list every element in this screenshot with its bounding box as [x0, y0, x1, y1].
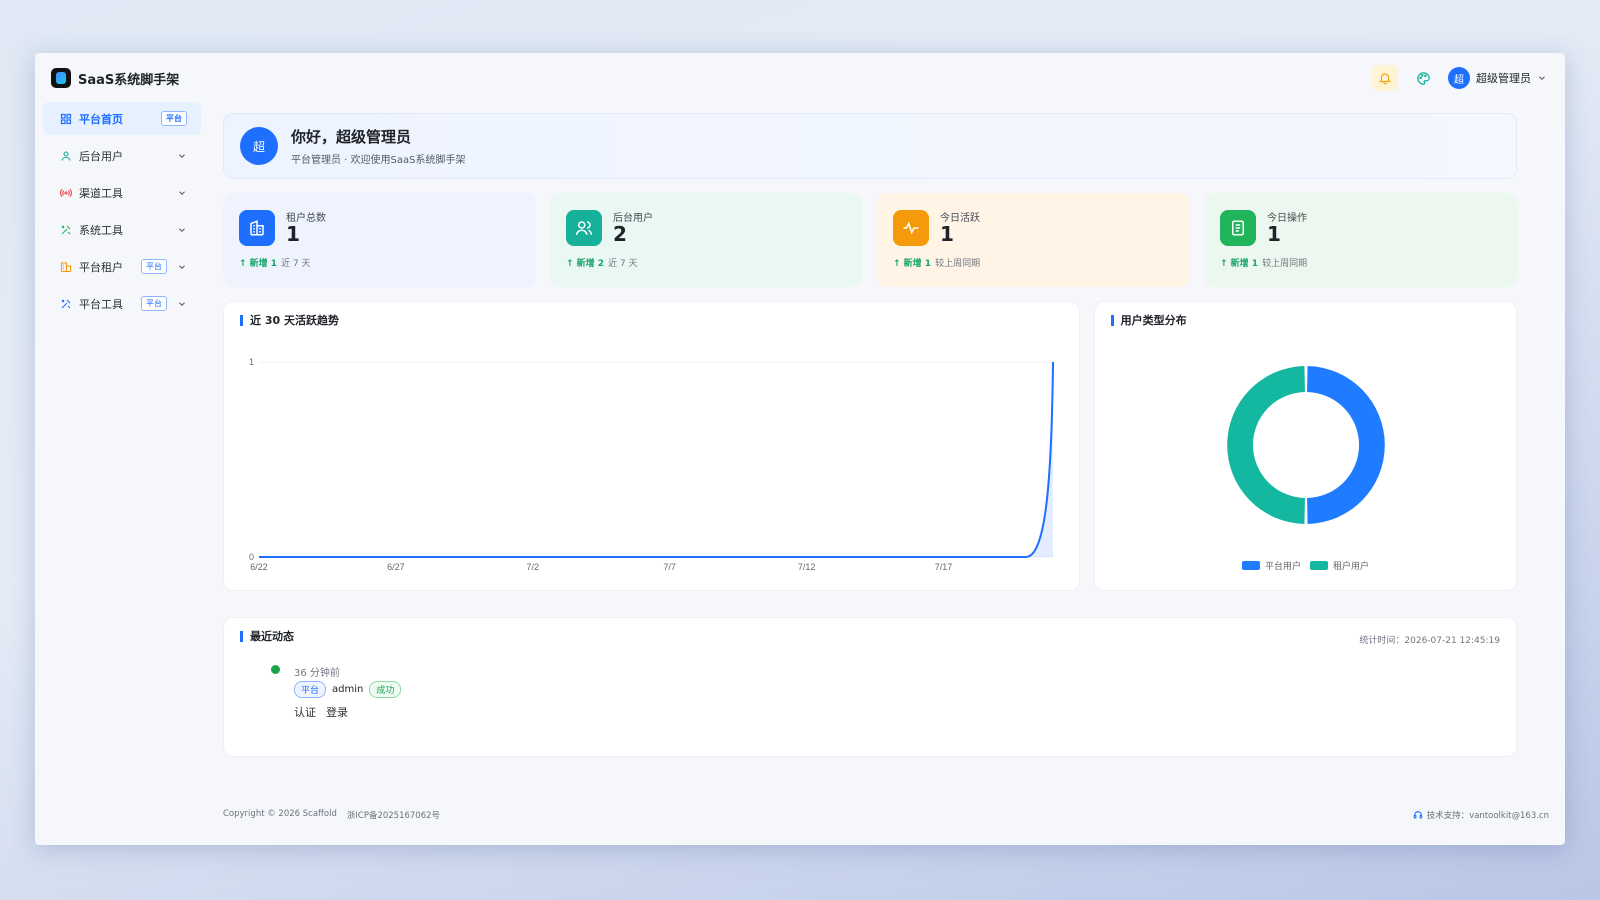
user-type-chart[interactable]: 平台用户 租户用户: [1095, 302, 1527, 592]
building-icon: [59, 260, 73, 274]
welcome-banner: 超 你好，超级管理员 平台管理员 · 欢迎使用SaaS系统脚手架: [223, 113, 1517, 179]
activity-user: admin: [332, 684, 364, 695]
x-tick-label: 7/17: [935, 562, 953, 572]
series-line: [259, 361, 1054, 558]
stat-value: 1: [1267, 222, 1281, 246]
broadcast-icon: [59, 186, 73, 200]
legend-label: 平台用户: [1265, 560, 1301, 571]
series-area: [259, 362, 1053, 557]
recent-activity-card: 最近动态 统计时间：2026-07-21 12:45:19 36 分钟前 平台 …: [223, 617, 1517, 757]
sidebar-item-channel-tools[interactable]: 渠道工具: [43, 176, 201, 209]
chevron-down-icon: [179, 264, 185, 269]
app-logo[interactable]: [51, 68, 71, 88]
document-icon: [1220, 210, 1256, 246]
platform-badge: 平台: [141, 259, 167, 274]
user-name: 超级管理员: [1476, 72, 1531, 85]
chevron-down-icon: [179, 190, 185, 195]
theme-palette-icon[interactable]: [1410, 65, 1436, 91]
chevron-down-icon: [179, 301, 185, 306]
footer: Copyright © 2026 Scaffold 浙ICP备202516706…: [223, 809, 1549, 821]
sidebar-item-label: 渠道工具: [79, 186, 123, 200]
activity-pulse-icon: [893, 210, 929, 246]
stat-time: 统计时间：2026-07-21 12:45:19: [1359, 636, 1500, 646]
x-tick-label: 7/7: [663, 562, 676, 572]
chevron-down-icon: [179, 153, 185, 158]
tools-icon: [59, 223, 73, 237]
stat-value: 1: [940, 222, 954, 246]
activity-time: 36 分钟前: [294, 668, 340, 679]
stat-footer: ↑ 新增 1 较上周同期: [893, 259, 981, 269]
headset-icon: [1413, 811, 1422, 819]
sidebar-item-platform-tenants[interactable]: 平台租户 平台: [43, 250, 201, 283]
user-menu[interactable]: 超 超级管理员: [1448, 67, 1547, 89]
sidebar-item-label: 平台工具: [79, 297, 123, 311]
user-type-card: 用户类型分布 平台用户 租户用户: [1093, 301, 1517, 591]
y-tick-label: 0: [249, 552, 254, 562]
main-content: 超 你好，超级管理员 平台管理员 · 欢迎使用SaaS系统脚手架 租户总数 1 …: [223, 113, 1517, 757]
stat-footer: ↑ 新增 1近 7 天: [239, 259, 311, 269]
activity-module: 认证: [294, 706, 316, 719]
activity-trend-chart[interactable]: 0 1 6/22 6/27 7/2 7/7 7/12 7/17: [224, 302, 1098, 592]
activity-trend-card: 近 30 天活跃趋势 0 1 6/22 6/27 7/2 7/7 7/12 7/17: [223, 301, 1080, 591]
welcome-subtitle: 平台管理员 · 欢迎使用SaaS系统脚手架: [291, 155, 466, 166]
timeline-dot: [271, 665, 280, 674]
sidebar-item-label: 系统工具: [79, 223, 123, 237]
dashboard-grid-icon: [59, 112, 73, 126]
user-icon: [59, 149, 73, 163]
x-tick-label: 7/2: [527, 562, 540, 572]
stat-value: 1: [286, 222, 300, 246]
sidebar-item-system-tools[interactable]: 系统工具: [43, 213, 201, 246]
platform-badge: 平台: [161, 111, 187, 126]
sidebar-item-label: 后台用户: [79, 149, 123, 163]
avatar: 超: [1448, 67, 1470, 89]
y-tick-label: 1: [249, 357, 254, 367]
welcome-title: 你好，超级管理员: [291, 128, 412, 146]
stat-card-active-today: 今日活跃 1 ↑ 新增 1 较上周同期: [877, 193, 1190, 287]
notification-bell-icon[interactable]: [1372, 65, 1398, 91]
sidebar-item-admin-users[interactable]: 后台用户: [43, 139, 201, 172]
avatar: 超: [240, 127, 278, 165]
x-tick-label: 7/12: [798, 562, 816, 572]
legend-swatch: [1309, 561, 1328, 570]
activity-tags: 平台 admin 成功: [294, 681, 402, 698]
x-tick-label: 6/27: [387, 562, 405, 572]
platform-badge: 平台: [141, 296, 167, 311]
tools-icon: [59, 297, 73, 311]
sidebar: 平台首页 平台 后台用户 渠道工具 系统工具 平台租户 平台 平台工具 平台: [43, 102, 201, 324]
activity-action: 登录: [326, 706, 348, 719]
copyright-text: Copyright © 2026 Scaffold: [223, 809, 337, 819]
sidebar-item-platform-home[interactable]: 平台首页 平台: [43, 102, 201, 135]
sidebar-item-platform-tools[interactable]: 平台工具 平台: [43, 287, 201, 320]
sidebar-item-label: 平台租户: [79, 260, 123, 274]
support-contact[interactable]: 技术支持：vantoolkit@163.cn: [1427, 809, 1549, 821]
users-icon: [566, 210, 602, 246]
stat-card-admin-users: 后台用户 2 ↑ 新增 2近 7 天: [550, 193, 863, 287]
stat-card-operations-today: 今日操作 1 ↑ 新增 1 较上周同期: [1204, 193, 1517, 287]
app-title[interactable]: SaaS系统脚手架: [78, 69, 179, 88]
stat-footer: ↑ 新增 2近 7 天: [566, 259, 638, 269]
pie-slice: [1226, 366, 1305, 524]
activity-description: 认证 登录: [294, 704, 348, 720]
top-bar: SaaS系统脚手架 超 超级管理员: [35, 53, 1565, 103]
app-window: SaaS系统脚手架 超 超级管理员 平台首页 平台 后台用户 渠道工具 系统工具…: [35, 53, 1565, 845]
x-tick-label: 6/22: [250, 562, 268, 572]
sidebar-item-label: 平台首页: [79, 112, 123, 126]
legend-swatch: [1241, 561, 1260, 570]
icp-link[interactable]: 浙ICP备2025167062号: [347, 809, 440, 821]
stats-row: 租户总数 1 ↑ 新增 1近 7 天 后台用户 2 ↑ 新增 2近 7 天 今日…: [223, 193, 1517, 287]
chevron-down-icon: [1539, 76, 1545, 80]
building-icon: [239, 210, 275, 246]
platform-tag: 平台: [294, 681, 327, 698]
legend-label: 租户用户: [1333, 560, 1369, 571]
pie-slice: [1306, 366, 1385, 524]
section-title: 最近动态: [240, 631, 294, 642]
stat-value: 2: [613, 222, 627, 246]
stat-card-tenants: 租户总数 1 ↑ 新增 1近 7 天: [223, 193, 536, 287]
status-badge: 成功: [369, 681, 402, 698]
stat-footer: ↑ 新增 1 较上周同期: [1220, 259, 1308, 269]
chevron-down-icon: [179, 227, 185, 232]
